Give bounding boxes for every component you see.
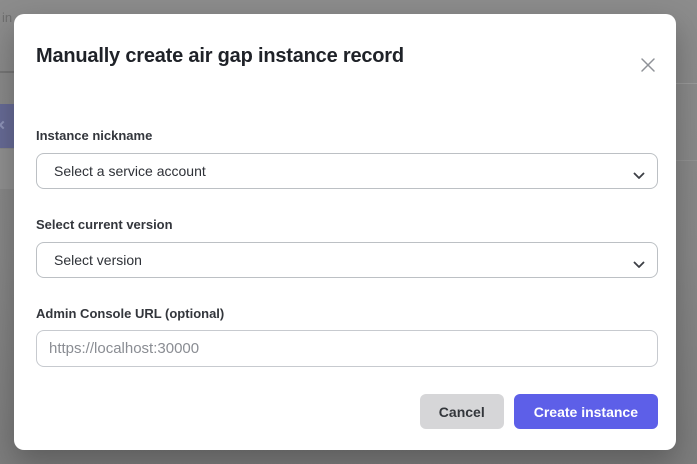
close-button[interactable] bbox=[632, 49, 664, 81]
background-row bbox=[0, 149, 14, 189]
admin-console-url-label: Admin Console URL (optional) bbox=[36, 306, 224, 321]
close-icon bbox=[640, 57, 656, 73]
instance-nickname-select-wrap: Select a service account bbox=[36, 153, 658, 189]
current-version-select[interactable]: Select version bbox=[36, 242, 658, 278]
current-version-label: Select current version bbox=[36, 217, 173, 232]
admin-console-url-input[interactable] bbox=[36, 330, 658, 367]
modal-footer: Cancel Create instance bbox=[420, 394, 658, 429]
create-instance-button[interactable]: Create instance bbox=[514, 394, 658, 429]
cancel-button[interactable]: Cancel bbox=[420, 394, 504, 429]
background-partial-text: in bbox=[2, 10, 12, 25]
background-divider bbox=[676, 83, 697, 84]
background-divider bbox=[0, 71, 14, 73]
instance-nickname-select[interactable]: Select a service account bbox=[36, 153, 658, 189]
background-divider bbox=[676, 160, 697, 161]
create-airgap-instance-modal: Manually create air gap instance record … bbox=[14, 14, 676, 450]
instance-nickname-label: Instance nickname bbox=[36, 128, 152, 143]
current-version-select-wrap: Select version bbox=[36, 242, 658, 278]
modal-title: Manually create air gap instance record bbox=[36, 45, 404, 68]
